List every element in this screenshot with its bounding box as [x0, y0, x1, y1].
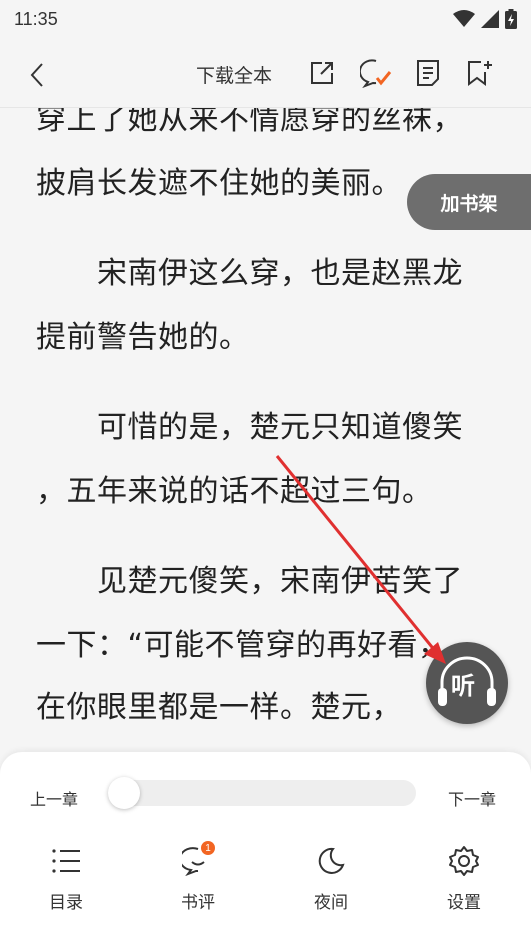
gear-icon [447, 844, 481, 878]
listen-button[interactable]: 听 [426, 642, 508, 724]
chevron-left-icon [30, 63, 43, 87]
next-chapter-button[interactable]: 下一章 [448, 786, 496, 810]
comment-bubble-icon [360, 59, 392, 88]
bookmark-add-icon [468, 61, 492, 86]
review-bubble-icon: 1 [181, 841, 215, 878]
nav-label: 设置 [447, 893, 481, 913]
reader-bottom-panel: 上一章 下一章 目录 1 书评 夜间 设置 [0, 752, 531, 944]
text-line: 提前警告她的。 [36, 320, 250, 355]
battery-icon [505, 9, 517, 29]
chapter-progress-slider[interactable] [108, 780, 416, 806]
wifi-icon [453, 10, 475, 27]
status-time: 11:35 [14, 8, 58, 29]
text-line: 宋南伊这么穿，也是赵黑龙 [36, 256, 463, 291]
download-all-button[interactable]: 下载全本 [196, 61, 272, 88]
slider-thumb[interactable] [108, 777, 140, 809]
text-line: 可惜的是，楚元只知道傻笑 [36, 410, 463, 445]
listen-label: 听 [451, 672, 475, 700]
text-line: 在你眼里都是一样。楚元， [36, 690, 402, 725]
reader-top-bar: 下载全本 [0, 38, 531, 108]
book-info-button[interactable] [412, 57, 444, 89]
nav-catalog[interactable]: 目录 [26, 844, 106, 924]
share-icon [311, 62, 333, 84]
signal-icon [481, 10, 499, 28]
comment-button[interactable] [360, 57, 392, 89]
review-badge: 1 [201, 841, 215, 855]
nav-settings[interactable]: 设置 [424, 844, 504, 924]
moon-icon [314, 844, 348, 878]
text-line: 披肩长发遮不住她的美丽。 [36, 166, 402, 201]
bookmark-button[interactable] [463, 57, 495, 89]
back-button[interactable] [22, 60, 52, 90]
prev-chapter-button[interactable]: 上一章 [30, 786, 78, 810]
nav-night-mode[interactable]: 夜间 [291, 844, 371, 924]
nav-label: 夜间 [314, 893, 348, 913]
document-icon [417, 60, 439, 86]
status-bar: 11:35 [0, 0, 531, 38]
nav-reviews[interactable]: 1 书评 [158, 841, 238, 924]
nav-label: 书评 [181, 893, 215, 913]
text-line: ，五年来说的话不超过三句。 [36, 474, 433, 509]
status-icons [453, 9, 517, 29]
add-to-shelf-button[interactable]: 加书架 [407, 174, 531, 230]
nav-label: 目录 [49, 893, 83, 913]
share-button[interactable] [306, 57, 338, 89]
text-line: 一下：“可能不管穿的再好看， [36, 628, 449, 663]
text-line: 见楚元傻笑，宋南伊苦笑了 [36, 564, 463, 599]
list-icon [49, 844, 83, 878]
